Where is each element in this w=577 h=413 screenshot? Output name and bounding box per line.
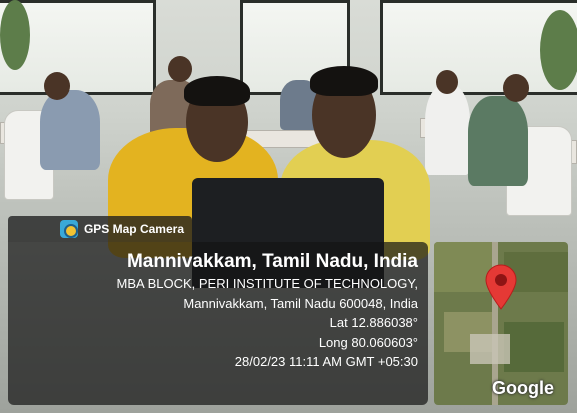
tree-right xyxy=(540,10,577,90)
map-field-4 xyxy=(504,322,564,372)
student-back-1-head xyxy=(44,72,70,100)
student-back-4-head xyxy=(436,70,458,94)
student-front-right-hair xyxy=(310,66,378,96)
longitude-label: Long 80.060603° xyxy=(318,334,418,350)
map-logo: Google xyxy=(492,378,554,398)
app-name-label: GPS Map Camera xyxy=(83,222,184,236)
student-back-2-head xyxy=(168,56,192,82)
map-pin-dot xyxy=(495,274,507,286)
student-front-left-hair xyxy=(184,76,250,106)
camera-icon xyxy=(59,220,78,238)
timestamp-label: 28/02/23 11:11 AM GMT +05:30 xyxy=(234,354,418,369)
map-pin-shape xyxy=(485,264,517,310)
map-pin-icon xyxy=(485,264,517,310)
student-back-5 xyxy=(468,96,528,186)
location-info-panel: Mannivakkam, Tamil Nadu, India MBA BLOCK… xyxy=(8,242,428,405)
address-line-1: MBA BLOCK, PERI INSTITUTE OF TECHNOLOGY, xyxy=(116,276,418,291)
tree-left xyxy=(0,0,30,70)
latitude-label: Lat 12.886038° xyxy=(329,315,418,330)
student-back-5-head xyxy=(503,74,529,102)
place-title: Mannivakkam, Tamil Nadu, India xyxy=(126,251,418,272)
app-tag: GPS Map Camera xyxy=(8,216,192,242)
satellite-map-thumbnail: Google xyxy=(434,242,568,405)
address-line-2: Mannivakkam, Tamil Nadu 600048, India xyxy=(183,295,418,311)
student-back-4 xyxy=(425,85,470,175)
map-buildings xyxy=(470,334,510,364)
student-back-1 xyxy=(40,90,100,170)
